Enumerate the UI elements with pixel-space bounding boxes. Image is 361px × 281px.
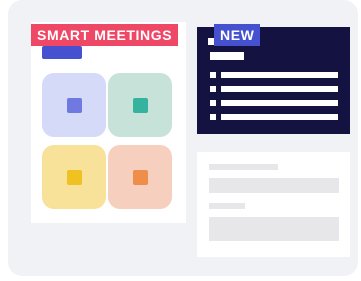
tile-icon [67, 98, 82, 113]
agenda-line-placeholder [221, 72, 338, 78]
tile-icon [133, 98, 148, 113]
tile-icon [133, 170, 148, 185]
notes-title-placeholder [209, 164, 278, 170]
tile-icon [67, 170, 82, 185]
agenda-line-placeholder [221, 114, 338, 120]
notes-label-placeholder [209, 203, 245, 209]
grid-panel-header [42, 46, 82, 59]
agenda-bullet [210, 114, 216, 120]
agenda-bullet [210, 86, 216, 92]
agenda-bullet [210, 72, 216, 78]
notes-field-placeholder [209, 178, 339, 193]
agenda-line-placeholder [221, 100, 338, 106]
app-tile-yellow [42, 145, 106, 209]
smart-meetings-badge: SMART MEETINGS [31, 24, 179, 46]
app-tile-green [108, 73, 172, 137]
agenda-heading-placeholder [210, 52, 244, 60]
new-badge: NEW [214, 24, 261, 46]
app-tile-blue [42, 73, 106, 137]
agenda-line-placeholder [221, 86, 338, 92]
agenda-bullet [210, 100, 216, 106]
notes-textarea-placeholder [209, 217, 339, 241]
app-tile-orange [108, 145, 172, 209]
